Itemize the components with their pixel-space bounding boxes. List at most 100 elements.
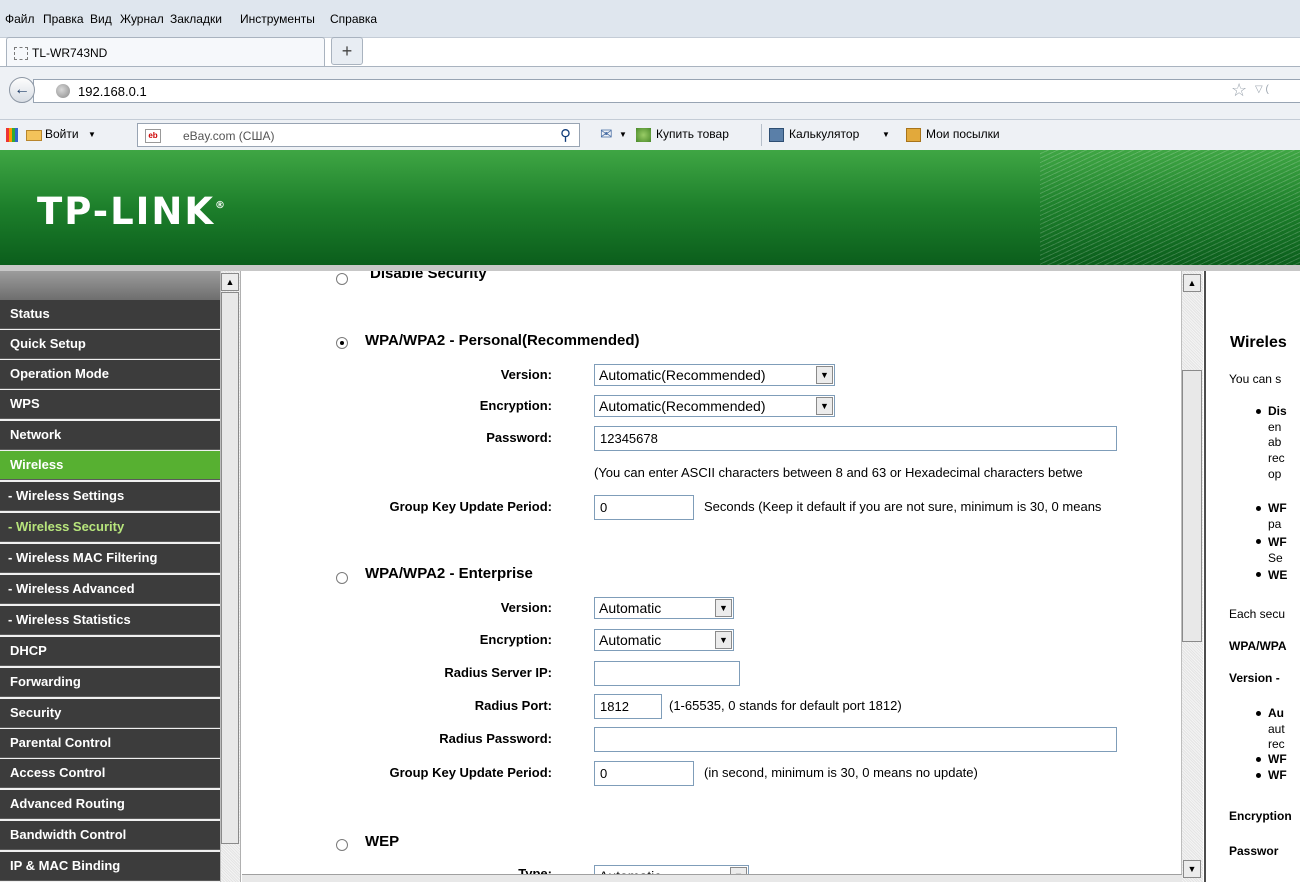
search-icon[interactable]: ⚲ xyxy=(560,126,571,144)
disable-security-label: Disable Security xyxy=(370,271,487,282)
help-text: aut xyxy=(1268,722,1285,736)
tp-link-logo: TP-LINK® xyxy=(37,190,228,233)
my-parcels-button[interactable]: Мои посылки xyxy=(926,127,1000,141)
url-history-dropdown[interactable]: ▽ ( xyxy=(1255,84,1269,95)
help-bullet: WF xyxy=(1268,535,1287,549)
sidebar-item-wireless-security[interactable]: - Wireless Security xyxy=(0,513,220,542)
enterprise-group-key-field[interactable]: 0 xyxy=(594,761,694,786)
sidebar-item-dhcp[interactable]: DHCP xyxy=(0,637,220,666)
sidebar-item-ip-mac-binding[interactable]: IP & MAC Binding xyxy=(0,852,220,881)
personal-password-field[interactable]: 12345678 xyxy=(594,426,1117,451)
sidebar-scroll-thumb[interactable] xyxy=(221,292,239,844)
radius-password-field[interactable] xyxy=(594,727,1117,752)
sidebar-item-wps[interactable]: WPS xyxy=(0,390,220,419)
calculator-button[interactable]: Калькулятор xyxy=(789,127,859,141)
wpa-personal-title: WPA/WPA2 - Personal(Recommended) xyxy=(365,332,640,349)
personal-group-key-field[interactable]: 0 xyxy=(594,495,694,520)
menu-tools[interactable]: Инструменты xyxy=(240,12,315,26)
help-heading: Version - xyxy=(1229,671,1280,685)
enterprise-encryption-select[interactable]: Automatic ▼ xyxy=(594,629,734,651)
personal-encryption-select[interactable]: Automatic(Recommended) ▼ xyxy=(594,395,835,417)
help-bullet: WF xyxy=(1268,752,1287,766)
disable-security-radio[interactable] xyxy=(336,273,348,285)
browser-tab[interactable]: TL-WR743ND xyxy=(6,37,325,66)
help-text: rec xyxy=(1268,737,1285,751)
menu-bar: Файл Правка Вид Журнал Закладки Инструме… xyxy=(0,0,1300,38)
folder-icon xyxy=(26,130,42,141)
sidebar-item-parental-control[interactable]: Parental Control xyxy=(0,729,220,758)
chevron-down-icon[interactable]: ▼ xyxy=(619,130,627,139)
radius-ip-label: Radius Server IP: xyxy=(444,665,552,680)
wpa-personal-radio[interactable] xyxy=(336,337,348,349)
sidebar-item-wireless-mac-filtering[interactable]: - Wireless MAC Filtering xyxy=(0,544,220,573)
menu-view[interactable]: Вид xyxy=(90,12,112,26)
tab-title: TL-WR743ND xyxy=(32,46,108,60)
help-bullet: WE xyxy=(1268,568,1288,582)
wpa-enterprise-title: WPA/WPA2 - Enterprise xyxy=(365,565,533,582)
menu-help[interactable]: Справка xyxy=(330,12,377,26)
enterprise-group-key-hint: (in second, minimum is 30, 0 means no up… xyxy=(704,765,978,780)
sidebar-item-bandwidth-control[interactable]: Bandwidth Control xyxy=(0,821,220,850)
help-heading: Encryption xyxy=(1229,809,1292,823)
help-panel: Wireles You can s Dis en ab rec op WF pa… xyxy=(1204,271,1300,882)
help-text: ab xyxy=(1268,435,1282,449)
help-text: en xyxy=(1268,420,1282,434)
sidebar-header xyxy=(0,271,220,300)
scroll-down-icon[interactable]: ▼ xyxy=(1183,860,1201,878)
sidebar-item-wireless[interactable]: Wireless xyxy=(0,451,220,480)
menu-file[interactable]: Файл xyxy=(5,12,35,26)
sidebar-item-forwarding[interactable]: Forwarding xyxy=(0,668,220,697)
scroll-up-icon[interactable]: ▲ xyxy=(221,273,239,291)
help-heading: WPA/WPA xyxy=(1229,639,1287,653)
menu-bookmarks[interactable]: Закладки xyxy=(170,12,222,26)
group-key-label: Group Key Update Period: xyxy=(389,499,552,514)
chevron-down-icon[interactable]: ▼ xyxy=(88,130,96,139)
sidebar-item-security[interactable]: Security xyxy=(0,699,220,728)
mail-icon[interactable]: ✉ xyxy=(600,125,613,143)
addon-logo-icon xyxy=(6,128,18,142)
back-button[interactable]: ← xyxy=(9,77,35,103)
sidebar-item-wireless-settings[interactable]: - Wireless Settings xyxy=(0,482,220,511)
menu-edit[interactable]: Правка xyxy=(43,12,84,26)
main-scroll-thumb[interactable] xyxy=(1182,370,1202,642)
scroll-up-icon[interactable]: ▲ xyxy=(1183,274,1201,292)
ebay-icon: eb xyxy=(145,129,161,143)
new-tab-button[interactable]: + xyxy=(331,37,363,65)
sidebar-item-wireless-statistics[interactable]: - Wireless Statistics xyxy=(0,606,220,635)
help-text: Each secu xyxy=(1229,607,1286,621)
personal-version-select[interactable]: Automatic(Recommended) ▼ xyxy=(594,364,835,386)
globe-icon xyxy=(56,84,70,98)
radius-port-field[interactable]: 1812 xyxy=(594,694,662,719)
sidebar-item-operation-mode[interactable]: Operation Mode xyxy=(0,360,220,389)
wep-radio[interactable] xyxy=(336,839,348,851)
password-label: Password: xyxy=(486,430,552,445)
sidebar-item-status[interactable]: Status xyxy=(0,300,220,329)
sidebar-item-access-control[interactable]: Access Control xyxy=(0,759,220,788)
help-text: op xyxy=(1268,467,1282,481)
sidebar-item-advanced-routing[interactable]: Advanced Routing xyxy=(0,790,220,819)
buy-item-button[interactable]: Купить товар xyxy=(656,127,729,141)
radius-server-ip-field[interactable] xyxy=(594,661,740,686)
toolbar-search-box[interactable]: eb eBay.com (США) ⚲ xyxy=(137,123,580,147)
chevron-down-icon[interactable]: ▼ xyxy=(882,130,890,139)
sidebar-item-network[interactable]: Network xyxy=(0,421,220,450)
login-button[interactable]: Войти xyxy=(45,127,79,141)
help-heading: Passwor xyxy=(1229,844,1279,858)
enterprise-version-select[interactable]: Automatic ▼ xyxy=(594,597,734,619)
version-label: Version: xyxy=(500,367,552,382)
radius-port-hint: (1-65535, 0 stands for default port 1812… xyxy=(669,698,902,713)
parcel-icon xyxy=(906,128,921,142)
horizontal-scrollbar[interactable] xyxy=(242,874,1182,882)
wpa-enterprise-radio[interactable] xyxy=(336,572,348,584)
sidebar-item-wireless-advanced[interactable]: - Wireless Advanced xyxy=(0,575,220,604)
encryption-label: Encryption: xyxy=(479,398,552,413)
address-bar[interactable]: 192.168.0.1 ☆ ▽ ( xyxy=(33,79,1300,103)
url-text: 192.168.0.1 xyxy=(78,84,147,99)
shopping-icon xyxy=(636,128,651,142)
help-bullet: Au xyxy=(1268,706,1284,720)
bookmark-star-icon[interactable]: ☆ xyxy=(1231,80,1247,101)
wep-title: WEP xyxy=(365,833,400,850)
sidebar-item-quick-setup[interactable]: Quick Setup xyxy=(0,330,220,359)
radius-password-label: Radius Password: xyxy=(439,731,552,746)
menu-history[interactable]: Журнал xyxy=(120,12,164,26)
